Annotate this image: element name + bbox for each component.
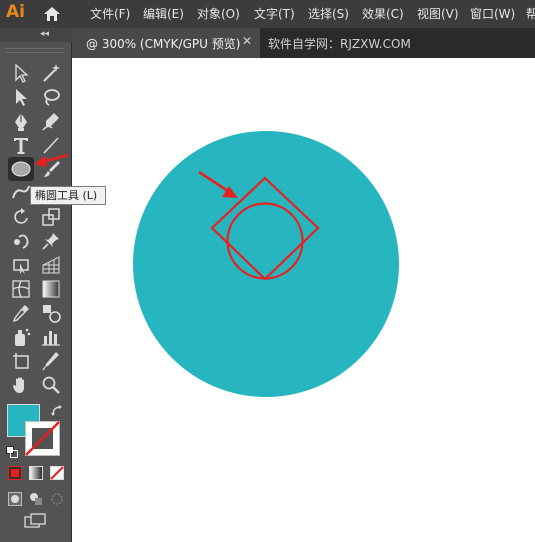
column-graph-tool-icon[interactable] [40, 326, 62, 348]
slice-tool-icon[interactable] [40, 350, 62, 372]
stroke-color-swatch[interactable] [25, 421, 60, 456]
swap-fill-stroke-icon[interactable] [50, 403, 64, 417]
none-mode-button[interactable] [50, 465, 64, 480]
teal-circle[interactable] [133, 131, 399, 397]
gradient-tool-icon[interactable] [40, 278, 62, 300]
color-mode-button[interactable] [8, 465, 22, 480]
default-fill-stroke-icon[interactable] [6, 443, 18, 458]
puppet-warp-tool-icon[interactable] [10, 230, 32, 252]
blend-tool-icon[interactable] [40, 302, 62, 324]
mesh-tool-icon[interactable] [10, 278, 32, 300]
change-screen-mode-icon[interactable] [23, 513, 47, 531]
rotate-tool-icon[interactable] [10, 206, 32, 228]
draw-inside-icon[interactable] [50, 491, 64, 505]
pin-tool-icon[interactable] [40, 230, 62, 252]
scale-tool-icon[interactable] [40, 206, 62, 228]
draw-behind-icon[interactable] [29, 491, 43, 505]
gradient-mode-button[interactable] [29, 465, 43, 480]
artboard-tool-icon[interactable] [10, 350, 32, 372]
hand-tool-icon[interactable] [10, 374, 32, 396]
zoom-tool-icon[interactable] [40, 374, 62, 396]
symbol-sprayer-tool-icon[interactable] [10, 326, 32, 348]
free-transform-tool-icon[interactable] [10, 254, 32, 276]
eyedropper-tool-icon[interactable] [10, 302, 32, 324]
draw-normal-icon[interactable] [8, 491, 22, 506]
annotation-arrow-tool [34, 153, 69, 167]
perspective-grid-tool-icon[interactable] [40, 254, 62, 276]
